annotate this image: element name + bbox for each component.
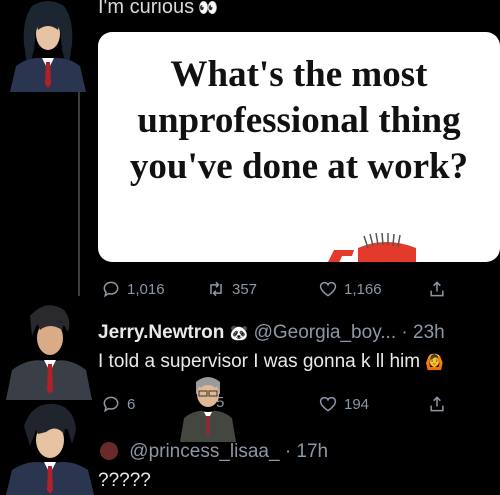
thread-line bbox=[78, 88, 80, 310]
reply-count: 1,016 bbox=[127, 280, 165, 298]
question-line-1: What's the most bbox=[170, 54, 428, 95]
question-text: What's the most unprofessional thing you… bbox=[98, 52, 500, 190]
reply1-reply-count: 6 bbox=[127, 395, 136, 413]
reply1-handle[interactable]: @Georgia_boy... bbox=[254, 322, 397, 343]
panda-badge-icon: 🐼 bbox=[229, 325, 249, 342]
avatar-overlay-character bbox=[178, 372, 238, 442]
retweet-icon bbox=[210, 281, 222, 297]
like-count: 1,166 bbox=[344, 280, 382, 298]
reply1-like-count: 194 bbox=[344, 395, 370, 413]
share-icon bbox=[430, 281, 444, 297]
reply2-time: · 17h bbox=[284, 441, 329, 462]
reply1-text-row: I told a supervisor I was gonna k ll him… bbox=[98, 351, 444, 373]
reply2-handle[interactable]: @princess_lisaa_ bbox=[129, 441, 279, 462]
question-line-2: unprofessional thing bbox=[137, 100, 461, 141]
retweet-button[interactable]: 357 bbox=[206, 279, 257, 299]
share-button[interactable] bbox=[427, 279, 447, 299]
reply1-like-button[interactable]: 194 bbox=[318, 394, 369, 414]
reply-icon bbox=[103, 396, 119, 413]
logo-icon bbox=[328, 232, 416, 262]
shrug-emoji: 🙆 bbox=[425, 354, 445, 371]
eyes-emoji: 👀 bbox=[198, 0, 218, 17]
reply1-header: Jerry.Newtron 🐼 @Georgia_boy... · 23h bbox=[98, 322, 445, 344]
reply2-avatar-icon[interactable] bbox=[100, 442, 118, 460]
question-card-image[interactable]: What's the most unprofessional thing you… bbox=[98, 32, 500, 262]
avatar-reply1[interactable] bbox=[2, 296, 94, 400]
like-button[interactable]: 1,166 bbox=[318, 279, 382, 299]
reply1-reply-button[interactable]: 6 bbox=[101, 394, 135, 414]
avatar-reply2[interactable] bbox=[2, 400, 96, 495]
reply1-text: I told a supervisor I was gonna k ll him bbox=[98, 351, 421, 372]
avatar-top[interactable] bbox=[2, 0, 94, 92]
tweet-caption: I'm curious 👀 bbox=[98, 0, 218, 19]
reply-button[interactable]: 1,016 bbox=[101, 279, 165, 299]
reply1-display-name[interactable]: Jerry.Newtron bbox=[98, 322, 224, 343]
reply2-header: @princess_lisaa_ · 17h bbox=[100, 441, 328, 463]
like-icon bbox=[319, 281, 337, 297]
reply1-time: · 23h bbox=[401, 322, 445, 343]
reply2-text: ????? bbox=[98, 470, 151, 491]
retweet-count: 357 bbox=[232, 280, 258, 298]
like-icon bbox=[319, 396, 337, 412]
reply1-share-button[interactable] bbox=[427, 394, 447, 414]
reply-icon bbox=[103, 281, 119, 298]
caption-text: I'm curious bbox=[98, 0, 195, 18]
share-icon bbox=[430, 396, 444, 412]
question-line-3: you've done at work? bbox=[129, 146, 469, 187]
